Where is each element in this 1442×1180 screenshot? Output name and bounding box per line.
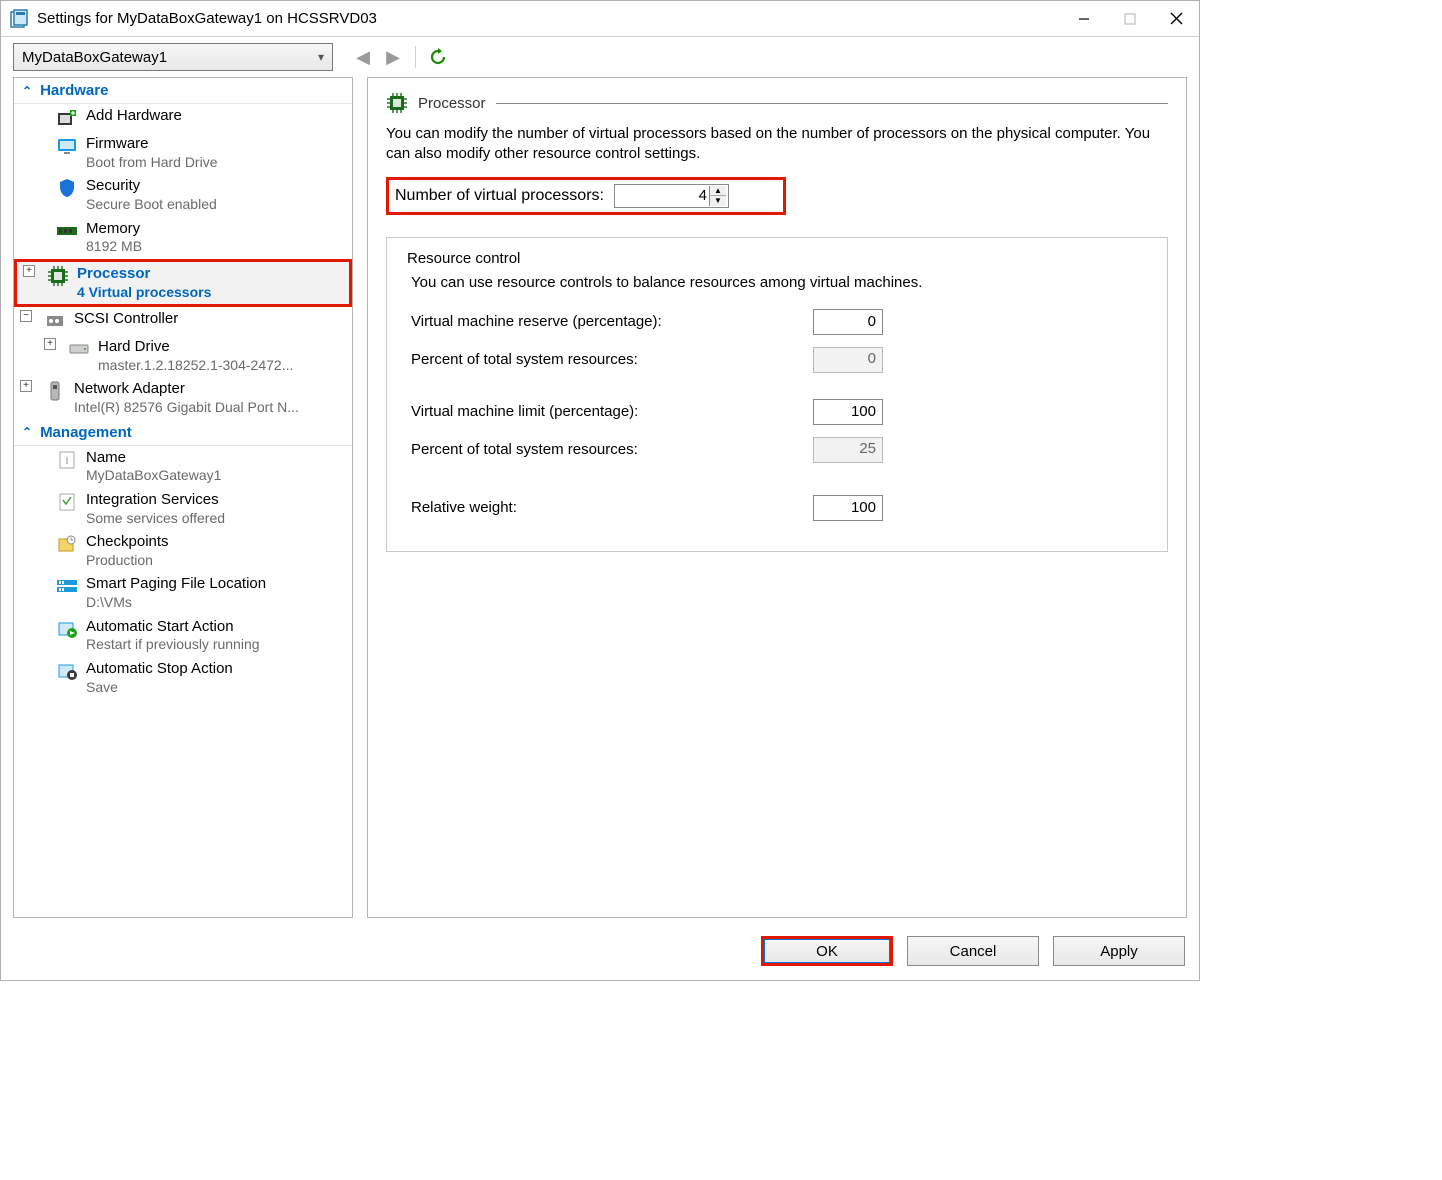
expand-icon[interactable]: + xyxy=(20,380,32,392)
shield-icon xyxy=(56,177,78,199)
tree-processor[interactable]: + Processor 4 Virtual processors xyxy=(14,259,352,307)
close-button[interactable] xyxy=(1153,1,1199,37)
tree-integration[interactable]: Integration Services Some services offer… xyxy=(14,488,352,530)
num-processors-field[interactable] xyxy=(629,186,709,205)
reserve-label: Virtual machine reserve (percentage): xyxy=(411,313,662,330)
expand-icon[interactable]: + xyxy=(23,265,35,277)
tree-security[interactable]: Security Secure Boot enabled xyxy=(14,174,352,216)
name-icon: I xyxy=(56,449,78,471)
spinner[interactable]: ▲ ▼ xyxy=(709,186,726,206)
cpu-icon xyxy=(386,92,408,114)
auto-stop-icon xyxy=(56,660,78,682)
svg-text:I: I xyxy=(66,456,69,467)
tree-scsi[interactable]: − SCSI Controller xyxy=(14,307,352,335)
maximize-button[interactable] xyxy=(1107,1,1153,37)
expand-icon[interactable]: + xyxy=(44,338,56,350)
chevron-down-icon: ▾ xyxy=(318,50,324,64)
apply-button[interactable]: Apply xyxy=(1053,936,1185,966)
spin-up-icon[interactable]: ▲ xyxy=(710,186,726,196)
drive-icon xyxy=(68,338,90,360)
heading-rule xyxy=(496,103,1168,104)
auto-start-icon xyxy=(56,618,78,640)
reserve-row: Virtual machine reserve (percentage): xyxy=(403,303,883,341)
limit-label: Virtual machine limit (percentage): xyxy=(411,403,638,420)
percent1-label: Percent of total system resources: xyxy=(411,351,638,368)
num-processors-input[interactable]: ▲ ▼ xyxy=(614,184,729,208)
weight-row: Relative weight: xyxy=(403,489,883,527)
percent2-label: Percent of total system resources: xyxy=(411,441,638,458)
minimize-button[interactable] xyxy=(1061,1,1107,37)
tree-smart-paging[interactable]: Smart Paging File Location D:\VMs xyxy=(14,572,352,614)
nav-toolbar: ◀ ▶ xyxy=(351,45,450,69)
add-hardware-icon xyxy=(56,107,78,129)
vm-selector-label: MyDataBoxGateway1 xyxy=(22,49,167,66)
reserve-input[interactable] xyxy=(813,309,883,335)
refresh-button[interactable] xyxy=(426,45,450,69)
spin-down-icon[interactable]: ▼ xyxy=(710,196,726,206)
checkpoint-icon xyxy=(56,533,78,555)
tree-firmware[interactable]: Firmware Boot from Hard Drive xyxy=(14,132,352,174)
nav-forward-button[interactable]: ▶ xyxy=(381,45,405,69)
percent2-row: Percent of total system resources: 25 xyxy=(403,431,883,469)
tree-add-hardware[interactable]: Add Hardware xyxy=(14,104,352,132)
percent1-value: 0 xyxy=(813,347,883,373)
detail-pane: Processor You can modify the number of v… xyxy=(367,77,1187,918)
scsi-icon xyxy=(44,310,66,332)
settings-window: Settings for MyDataBoxGateway1 on HCSSRV… xyxy=(0,0,1200,981)
num-processors-label: Number of virtual processors: xyxy=(395,187,604,205)
tree-name[interactable]: I Name MyDataBoxGateway1 xyxy=(14,446,352,488)
toolbar: MyDataBoxGateway1 ▾ ◀ ▶ xyxy=(1,37,1199,77)
ram-icon xyxy=(56,220,78,242)
monitor-icon xyxy=(56,135,78,157)
pane-title: Processor xyxy=(418,95,486,112)
percent2-value: 25 xyxy=(813,437,883,463)
limit-row: Virtual machine limit (percentage): xyxy=(403,393,883,431)
app-icon xyxy=(9,9,29,29)
pane-description: You can modify the number of virtual pro… xyxy=(386,124,1168,165)
resource-control-legend: Resource control xyxy=(403,250,524,267)
tree-checkpoints[interactable]: Checkpoints Production xyxy=(14,530,352,572)
collapse-icon: ⌃ xyxy=(22,84,32,98)
collapse-icon[interactable]: − xyxy=(20,310,32,322)
vm-selector[interactable]: MyDataBoxGateway1 ▾ xyxy=(13,43,333,71)
tree-auto-stop[interactable]: Automatic Stop Action Save xyxy=(14,657,352,699)
tree-auto-start[interactable]: Automatic Start Action Restart if previo… xyxy=(14,615,352,657)
section-hardware[interactable]: ⌃ Hardware xyxy=(14,78,352,104)
weight-label: Relative weight: xyxy=(411,499,517,516)
resource-control-group: Resource control You can use resource co… xyxy=(386,237,1168,552)
nic-icon xyxy=(44,380,66,402)
paging-icon xyxy=(56,575,78,597)
integration-icon xyxy=(56,491,78,513)
tree-memory[interactable]: Memory 8192 MB xyxy=(14,217,352,259)
window-title: Settings for MyDataBoxGateway1 on HCSSRV… xyxy=(37,10,1061,27)
cancel-button[interactable]: Cancel xyxy=(907,936,1039,966)
percent1-row: Percent of total system resources: 0 xyxy=(403,341,883,379)
dialog-buttons: OK Cancel Apply xyxy=(1,926,1199,980)
pane-heading: Processor xyxy=(386,92,1168,114)
settings-tree: ⌃ Hardware Add Hardware Firmware Boot fr… xyxy=(13,77,353,918)
nav-back-button[interactable]: ◀ xyxy=(351,45,375,69)
content-area: ⌃ Hardware Add Hardware Firmware Boot fr… xyxy=(1,77,1199,926)
tree-network-adapter[interactable]: + Network Adapter Intel(R) 82576 Gigabit… xyxy=(14,377,352,419)
section-management[interactable]: ⌃ Management xyxy=(14,420,352,446)
cpu-icon xyxy=(47,265,69,287)
collapse-icon: ⌃ xyxy=(22,425,32,439)
weight-input[interactable] xyxy=(813,495,883,521)
num-processors-row: Number of virtual processors: ▲ ▼ xyxy=(386,177,786,215)
tree-hard-drive[interactable]: + Hard Drive master.1.2.18252.1-304-2472… xyxy=(14,335,352,377)
titlebar: Settings for MyDataBoxGateway1 on HCSSRV… xyxy=(1,1,1199,37)
limit-input[interactable] xyxy=(813,399,883,425)
resource-control-note: You can use resource controls to balance… xyxy=(411,274,1151,291)
toolbar-separator xyxy=(415,46,416,68)
ok-button[interactable]: OK xyxy=(761,936,893,966)
